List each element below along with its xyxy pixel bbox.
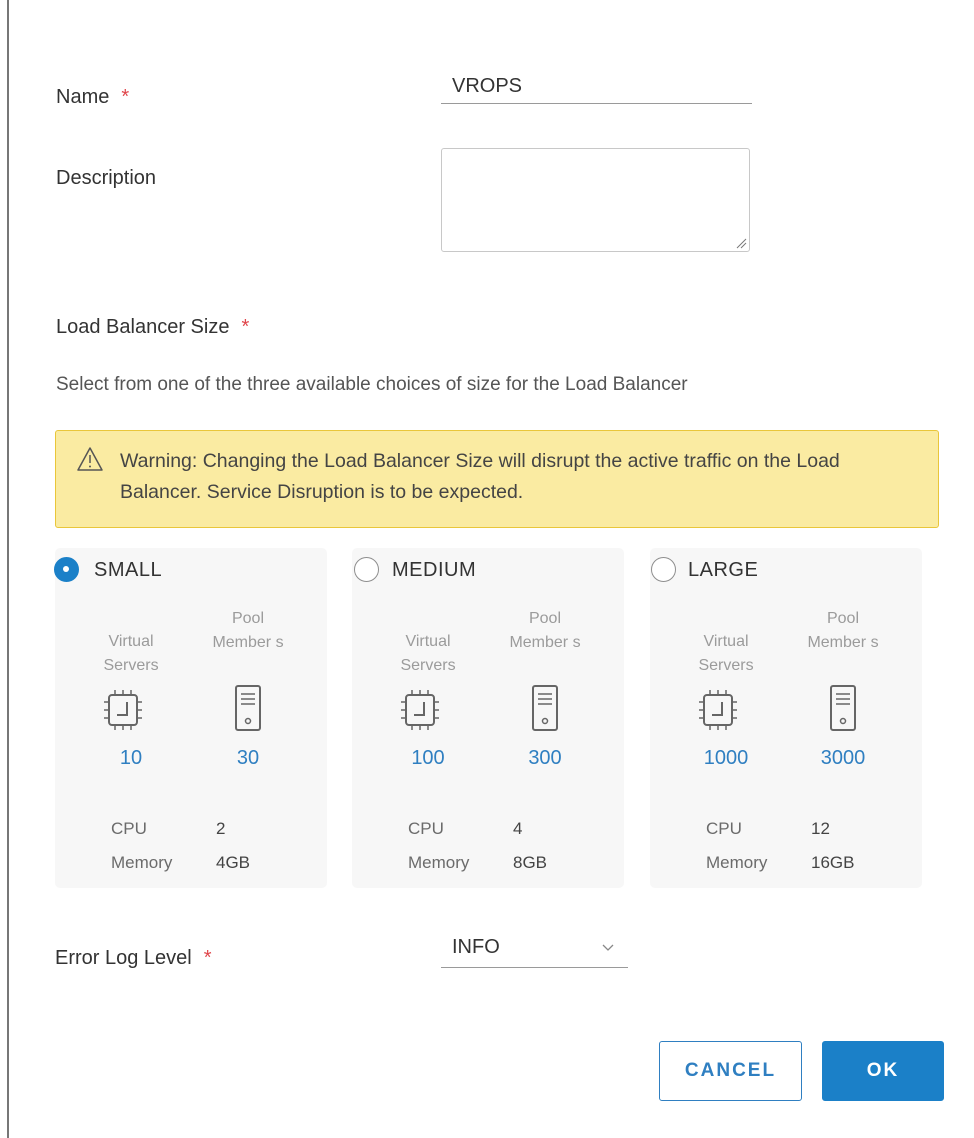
radio-large[interactable] [651,557,676,582]
cpu-value: 12 [811,819,830,838]
load-balancer-size-label: Load Balancer Size * [56,316,250,338]
cpu-value: 4 [513,819,523,838]
pool-members-label: Pool Member s [212,610,284,651]
warning-text: Warning: Changing the Load Balancer Size… [120,450,840,503]
cpu-value: 2 [216,819,226,838]
chip-icon [699,690,737,730]
name-label: Name * [56,86,130,108]
virtual-servers-value: 10 [119,747,143,769]
memory-label: Memory [706,853,768,872]
radio-small[interactable] [54,557,79,582]
radio-medium[interactable] [354,557,379,582]
memory-value: 16GB [811,853,855,872]
pool-members-value: 30 [236,747,260,769]
chevron-down-icon [602,944,614,951]
virtual-servers-value: 1000 [703,747,749,769]
size-option-large[interactable]: LARGE Virtual Servers Pool Member s 1000… [650,548,922,888]
error-log-level-select[interactable]: INFO [441,932,628,968]
size-option-label: LARGE [688,559,759,581]
memory-value: 4GB [216,853,251,872]
virtual-servers-value: 100 [411,747,445,769]
error-log-level-label: Error Log Level * [55,947,212,969]
error-log-level-value: INFO [452,936,500,958]
cancel-button[interactable]: CANCEL [659,1041,802,1101]
pool-members-value: 300 [528,747,562,769]
required-marker: * [241,316,250,338]
required-marker: * [203,947,212,969]
size-hint-text: Select from one of the three available c… [56,374,688,395]
dialog-left-border [7,0,9,1138]
description-label: Description [56,167,157,189]
size-option-label: SMALL [94,559,163,581]
name-input[interactable]: VROPS [441,70,752,104]
memory-value: 8GB [513,853,548,872]
cpu-label: CPU [706,819,742,838]
size-option-small[interactable]: SMALL Virtual Servers Pool Member s 10 3… [54,548,327,888]
size-option-medium[interactable]: MEDIUM Virtual Servers Pool Member s 100… [352,548,624,888]
memory-label: Memory [408,853,470,872]
chip-icon [401,690,439,730]
resize-handle-icon[interactable] [735,237,747,249]
virtual-servers-label: Virtual Servers [698,633,754,674]
pool-members-label: Pool Member s [807,610,879,651]
virtual-servers-label: Virtual Servers [103,633,159,674]
pool-members-value: 3000 [820,747,866,769]
server-icon [532,685,558,731]
memory-label: Memory [111,853,173,872]
size-option-label: MEDIUM [392,559,477,581]
warning-banner: Warning: Changing the Load Balancer Size… [55,430,939,528]
description-textarea[interactable] [441,148,750,252]
chip-icon [104,690,142,730]
required-marker: * [121,86,130,108]
cpu-label: CPU [408,819,444,838]
server-icon [235,685,261,731]
warning-icon [77,447,103,471]
server-icon [830,685,856,731]
ok-button[interactable]: OK [822,1041,944,1101]
pool-members-label: Pool Member s [509,610,581,651]
cpu-label: CPU [111,819,147,838]
virtual-servers-label: Virtual Servers [400,633,456,674]
